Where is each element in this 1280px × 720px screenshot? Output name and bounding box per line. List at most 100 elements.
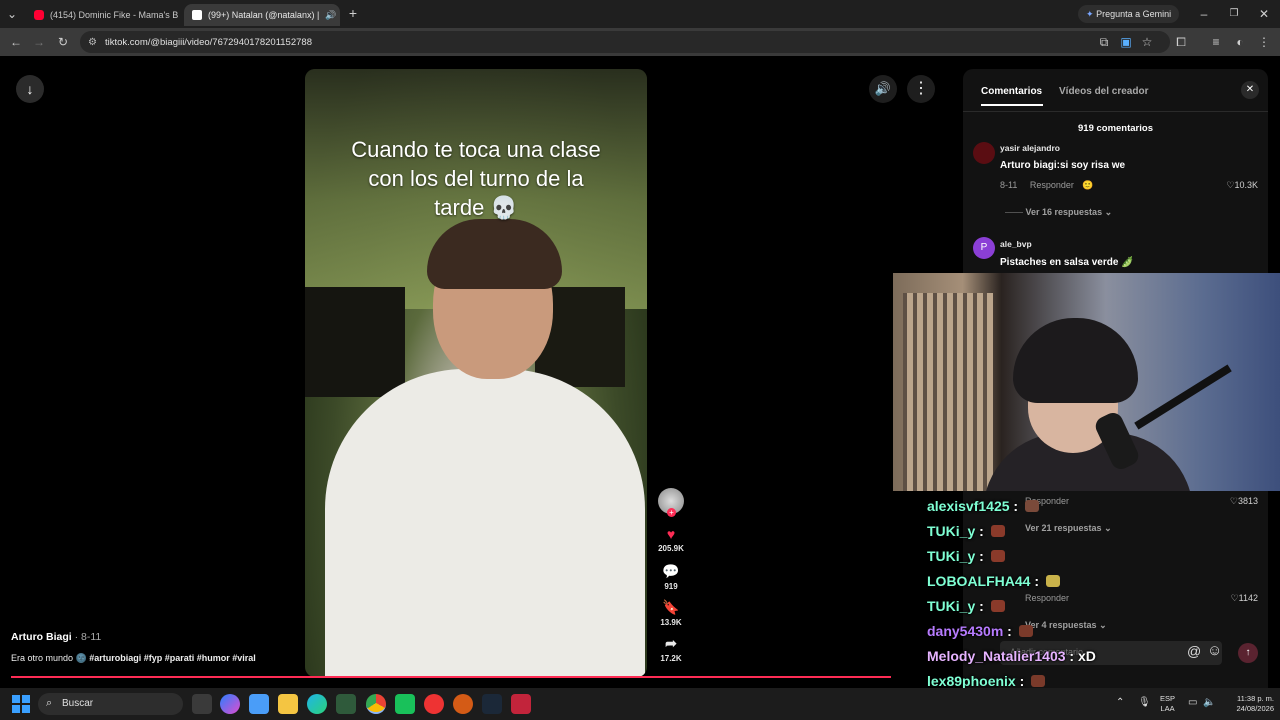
language-indicator[interactable]: ESP LAA (1160, 694, 1175, 714)
like-button[interactable]: ♥ 205.9K (657, 526, 685, 553)
video-player[interactable]: Cuando te toca una clase con los del tur… (305, 69, 647, 677)
reload-icon[interactable]: ↻ (55, 34, 71, 50)
excel-icon[interactable] (336, 694, 356, 714)
view-replies-button[interactable]: —— Ver 16 respuestas ⌄ (1005, 207, 1112, 218)
new-tab-button[interactable]: + (345, 5, 361, 21)
comment-user[interactable]: ale_bvp (1000, 239, 1032, 249)
lang-code: ESP (1160, 694, 1176, 703)
obs-icon[interactable] (424, 694, 444, 714)
close-window-icon[interactable]: ✕ (1256, 6, 1272, 22)
comment-like[interactable]: ♡3813 (1230, 496, 1258, 507)
heart-outline-icon: ♡ (1230, 593, 1239, 603)
emoji-icon[interactable]: ☺ (1207, 642, 1222, 659)
microphone-icon[interactable]: 🎙 (1138, 697, 1151, 708)
bookmark-star-icon[interactable]: ☆ (1139, 34, 1155, 50)
view-replies-button[interactable]: Ver 4 respuestas ⌄ (1025, 620, 1107, 631)
back-icon[interactable]: ← (8, 34, 24, 50)
video-author[interactable]: Arturo Biagi · 8-11 (11, 631, 101, 643)
site-settings-icon[interactable]: ⚙ (88, 37, 97, 48)
tab-comments[interactable]: Comentarios (981, 86, 1044, 106)
follow-plus-icon[interactable]: + (667, 508, 676, 517)
copilot-icon[interactable] (220, 694, 240, 714)
comment-count: 919 (664, 582, 678, 591)
maximize-icon[interactable]: ❐ (1226, 6, 1242, 22)
view-replies-label: Ver 4 respuestas (1025, 620, 1097, 630)
video-progress-bar[interactable] (11, 676, 891, 678)
save-count: 13.9K (660, 618, 682, 627)
profile-icon[interactable]: ◐ (1232, 34, 1248, 50)
caption-line: tarde 💀 (434, 195, 518, 220)
tab-youtube[interactable]: (4154) Dominic Fike - Mama's B ✕ (26, 4, 180, 26)
address-bar[interactable]: ⚙ tiktok.com/@biagiii/video/767294017820… (80, 31, 1170, 53)
post-date: · 8-11 (74, 631, 102, 643)
reply-button[interactable]: Responder (1025, 593, 1069, 603)
tab-search-chevron-icon[interactable]: ⌄ (4, 6, 20, 22)
comment-button[interactable]: 💬 919 (657, 563, 685, 591)
taskbar-search[interactable]: Buscar (38, 693, 183, 715)
close-panel-icon[interactable]: ✕ (1241, 81, 1259, 99)
comment-text: Pistaches en salsa verde 🫛 (1000, 257, 1134, 268)
author-name[interactable]: Arturo Biagi (11, 631, 72, 643)
share-button[interactable]: ➦ 17.2K (657, 635, 685, 663)
comment-like[interactable]: ♡10.3K (1226, 180, 1258, 191)
comment-like[interactable]: ♡1142 (1231, 593, 1258, 604)
more-options-icon[interactable]: ⋮ (907, 75, 935, 103)
heart-outline-icon: ♡ (1229, 496, 1238, 506)
clock[interactable]: 11:38 p. m. 24/08/2026 (1222, 694, 1274, 714)
tiktok-page: ↓ Cuando te toca una clase con los del t… (0, 56, 1280, 714)
chevron-down-icon: ⌄ (1104, 207, 1113, 217)
close-video-button[interactable]: ↓ (16, 75, 44, 103)
avatar[interactable] (973, 142, 995, 164)
tab-label: (99+) Natalan (@natalanx) | (208, 10, 320, 20)
volume-icon[interactable]: 🔊 (869, 75, 897, 103)
translate-icon[interactable]: ⧉ (1096, 34, 1112, 50)
app-icon-orange[interactable] (453, 694, 473, 714)
hashtags[interactable]: #arturobiagi #fyp #parati #humor #viral (89, 653, 256, 663)
extensions-icon[interactable]: ⧠ (1173, 34, 1189, 50)
browser-menu-icon[interactable]: ⋮ (1256, 34, 1272, 50)
facecam-hair (1013, 318, 1138, 403)
facecam-mic-arm (1134, 364, 1232, 430)
comment-date: 8-11 (1000, 180, 1018, 190)
media-icon[interactable]: ≡ (1208, 34, 1224, 50)
app-icon-green[interactable] (395, 694, 415, 714)
tab-creator-videos[interactable]: Vídeos del creador (1059, 86, 1148, 97)
tray-overflow-icon[interactable]: ⌃ (1116, 697, 1124, 708)
lang-layout: LAA (1160, 704, 1175, 713)
windows-start-icon[interactable] (12, 695, 30, 713)
task-view-icon[interactable] (192, 694, 212, 714)
chat-emote-icon (1018, 625, 1033, 637)
speaker-icon[interactable]: 🔊 (325, 10, 336, 21)
tab-label: (4154) Dominic Fike - Mama's B (50, 10, 179, 20)
file-explorer-icon[interactable] (278, 694, 298, 714)
share-icon: ➦ (665, 635, 677, 651)
minimize-icon[interactable]: – (1196, 6, 1212, 22)
volume-tray-icon[interactable]: 🔈 (1203, 697, 1215, 708)
url-text: tiktok.com/@biagiii/video/76729401782011… (104, 36, 312, 48)
comment-icon: 💬 (662, 563, 680, 579)
bookmark-icon: 🔖 (662, 599, 680, 615)
mention-icon[interactable]: @ (1187, 643, 1201, 659)
edge-icon[interactable] (307, 694, 327, 714)
send-comment-button[interactable]: ↑ (1238, 643, 1258, 663)
save-button[interactable]: 🔖 13.9K (657, 599, 685, 627)
network-icon[interactable]: ▭ (1188, 697, 1197, 708)
chrome-icon[interactable] (366, 694, 386, 714)
reply-button[interactable]: Responder (1030, 180, 1074, 190)
gemini-button[interactable]: ✦ Pregunta a Gemini (1078, 5, 1180, 23)
chat-separator: : (1015, 673, 1029, 689)
comment-user[interactable]: yasir alejandro (1000, 143, 1060, 153)
chat-emote-icon (1031, 675, 1046, 687)
tab-tiktok[interactable]: (99+) Natalan (@natalanx) | 🔊 ✕ (184, 4, 340, 26)
valorant-icon[interactable] (511, 694, 531, 714)
view-replies-button[interactable]: Ver 21 respuestas ⌄ (1025, 523, 1112, 534)
forward-icon[interactable]: → (31, 34, 47, 50)
store-icon[interactable] (249, 694, 269, 714)
cast-icon[interactable]: ▣ (1118, 34, 1134, 50)
steam-icon[interactable] (482, 694, 502, 714)
avatar[interactable]: P (973, 237, 995, 259)
view-replies-label: Ver 21 respuestas (1025, 523, 1102, 533)
chat-message: TUKi_y : (927, 548, 1005, 564)
chat-separator: : (1065, 648, 1078, 664)
chat-separator: : (1030, 573, 1043, 589)
